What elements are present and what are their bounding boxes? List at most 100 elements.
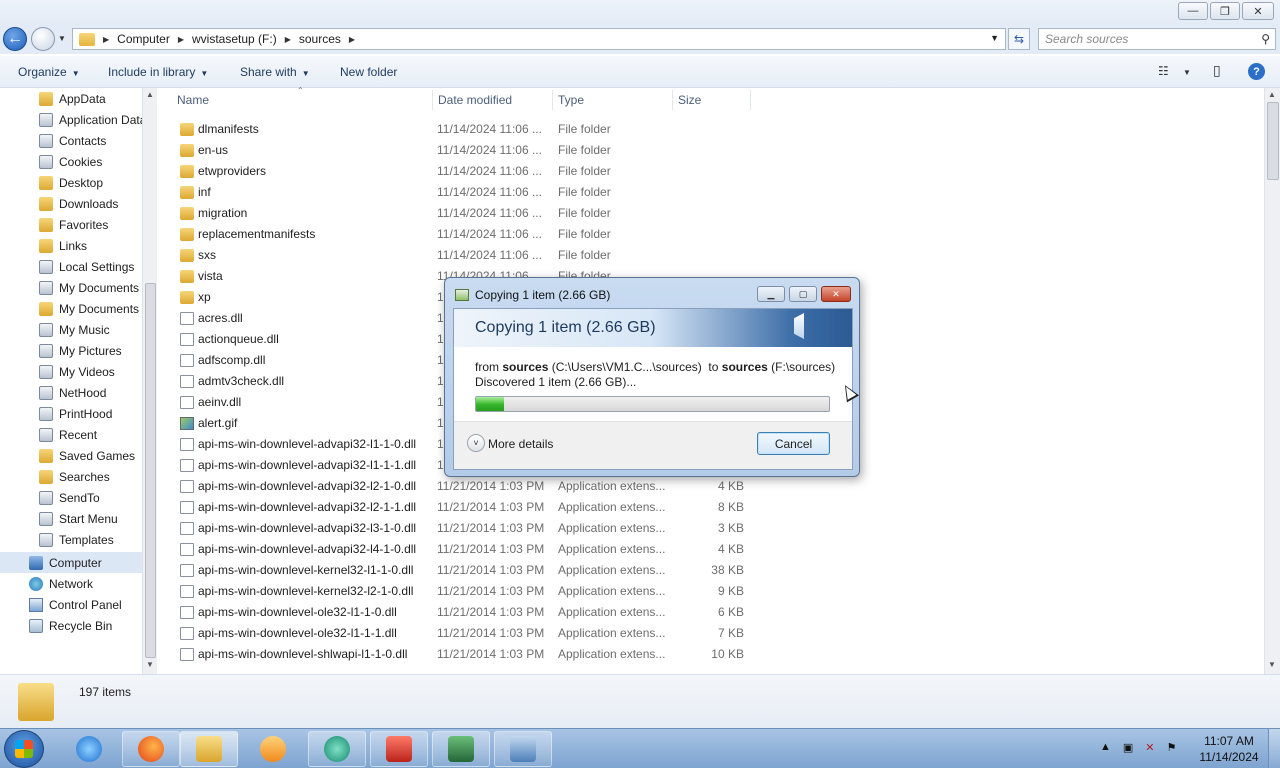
search-icon[interactable]: ⚲ [1261, 32, 1270, 46]
file-row[interactable]: api-ms-win-downlevel-ole32-l1-1-1.dll 11/… [176, 623, 756, 644]
scroll-up-icon[interactable]: ▲ [1268, 90, 1276, 99]
nav-item-downloads[interactable]: Downloads [39, 193, 142, 214]
nav-item-searches[interactable]: Searches [39, 466, 142, 487]
cancel-button[interactable]: Cancel [757, 432, 830, 455]
address-bar[interactable]: ▶ Computer ▶ wvistasetup (F:) ▶ sources … [72, 28, 1006, 50]
nav-item-appdata[interactable]: AppData [39, 88, 142, 109]
scroll-down-icon[interactable]: ▼ [1268, 660, 1276, 669]
back-button[interactable]: ← [3, 27, 27, 51]
scroll-up-icon[interactable]: ▲ [146, 90, 154, 99]
nav-item-recent[interactable]: Recent [39, 424, 142, 445]
nav-item-nethood[interactable]: NetHood [39, 382, 142, 403]
column-divider[interactable] [432, 90, 433, 110]
organize-button[interactable]: Organize ▼ [18, 65, 80, 79]
file-row[interactable]: sxs 11/14/2024 11:06 ... File folder [176, 245, 756, 266]
computer-taskbar-button[interactable] [494, 731, 552, 767]
include-in-library-button[interactable]: Include in library ▼ [108, 65, 208, 79]
new-folder-button[interactable]: New folder [340, 65, 397, 79]
more-details-label[interactable]: More details [488, 437, 553, 451]
nav-item-favorites[interactable]: Favorites [39, 214, 142, 235]
start-button[interactable] [4, 730, 44, 768]
column-header-date-modified[interactable]: Date modified [438, 88, 512, 112]
file-list-scrollbar[interactable]: ▲ ▼ [1264, 88, 1280, 674]
restore-button[interactable]: ❐ [1210, 2, 1240, 20]
nav-item-contacts[interactable]: Contacts [39, 130, 142, 151]
dialog-maximize-button[interactable]: ▢ [789, 286, 817, 302]
column-header-type[interactable]: Type [558, 88, 584, 112]
file-row[interactable]: api-ms-win-downlevel-advapi32-l4-1-0.dll… [176, 539, 756, 560]
scrollbar-thumb[interactable] [1267, 102, 1279, 180]
network-icon[interactable]: ▣ [1123, 741, 1133, 754]
search-input[interactable]: Search sources ⚲ [1038, 28, 1276, 50]
column-header-name[interactable]: Name [177, 88, 209, 112]
chevron-right-icon[interactable]: ▶ [349, 35, 355, 44]
view-options-dropdown-icon[interactable]: ▼ [1183, 68, 1191, 77]
toolbox-taskbar-button[interactable] [370, 731, 428, 767]
share-with-button[interactable]: Share with ▼ [240, 65, 310, 79]
breadcrumb-sources[interactable]: sources [299, 32, 341, 46]
file-row[interactable]: etwproviders 11/14/2024 11:06 ... File fol… [176, 161, 756, 182]
recent-pages-dropdown-icon[interactable]: ▼ [58, 34, 66, 43]
nav-item-application-data[interactable]: Application Data [39, 109, 142, 130]
file-row[interactable]: api-ms-win-downlevel-advapi32-l2-1-0.dll… [176, 476, 756, 497]
action-center-flag-icon[interactable]: ⚑ [1167, 741, 1177, 754]
nav-item-network[interactable]: Network [29, 573, 142, 594]
file-row[interactable]: api-ms-win-downlevel-kernel32-l1-1-0.dll… [176, 560, 756, 581]
file-row[interactable]: api-ms-win-downlevel-ole32-l1-1-0.dll 11/… [176, 602, 756, 623]
volume-muted-icon[interactable]: ✕ [1145, 741, 1154, 754]
nav-item-printhood[interactable]: PrintHood [39, 403, 142, 424]
help-icon[interactable]: ? [1248, 63, 1265, 80]
monitor-taskbar-button[interactable] [432, 731, 490, 767]
internet-explorer-taskbar-button[interactable] [60, 731, 118, 767]
chevron-right-icon[interactable]: ▶ [285, 35, 291, 44]
file-row[interactable]: api-ms-win-downlevel-advapi32-l2-1-1.dll… [176, 497, 756, 518]
nav-item-my-documents[interactable]: My Documents [39, 277, 142, 298]
nav-item-local-settings[interactable]: Local Settings [39, 256, 142, 277]
show-desktop-button[interactable] [1268, 729, 1280, 768]
nav-item-templates[interactable]: Templates [39, 529, 142, 550]
file-row[interactable]: replacementmanifests 11/14/2024 11:06 ...… [176, 224, 756, 245]
file-row[interactable]: inf 11/14/2024 11:06 ... File folder [176, 182, 756, 203]
preview-pane-icon[interactable]: ▯ [1213, 62, 1221, 79]
file-row[interactable]: en-us 11/14/2024 11:06 ... File folder [176, 140, 756, 161]
nav-item-computer[interactable]: Computer [0, 552, 142, 573]
scroll-down-icon[interactable]: ▼ [146, 660, 154, 669]
refresh-button[interactable]: ⇆ [1008, 28, 1030, 50]
dialog-minimize-button[interactable]: ▁ [757, 286, 785, 302]
file-row[interactable]: api-ms-win-downlevel-shlwapi-l1-1-0.dll 1… [176, 644, 756, 665]
change-view-icon[interactable]: ☷ [1158, 64, 1169, 78]
nav-item-links[interactable]: Links [39, 235, 142, 256]
nav-item-my-documents[interactable]: My Documents [39, 298, 142, 319]
nav-item-start-menu[interactable]: Start Menu [39, 508, 142, 529]
scrollbar-thumb[interactable] [145, 283, 156, 658]
source-folder-link[interactable]: sources [502, 360, 548, 374]
forward-button[interactable] [31, 27, 55, 51]
nav-item-recycle-bin[interactable]: Recycle Bin [29, 615, 142, 636]
close-button[interactable]: ✕ [1242, 2, 1274, 20]
column-divider[interactable] [750, 90, 751, 110]
nav-item-sendto[interactable]: SendTo [39, 487, 142, 508]
nav-item-my-pictures[interactable]: My Pictures [39, 340, 142, 361]
media-player-taskbar-button[interactable] [244, 731, 302, 767]
column-divider[interactable] [672, 90, 673, 110]
show-hidden-icons-icon[interactable]: ▲ [1100, 741, 1111, 754]
chevron-right-icon[interactable]: ▶ [103, 35, 109, 44]
file-row[interactable]: api-ms-win-downlevel-kernel32-l2-1-0.dll… [176, 581, 756, 602]
nav-item-saved-games[interactable]: Saved Games [39, 445, 142, 466]
nav-item-my-videos[interactable]: My Videos [39, 361, 142, 382]
chevron-down-icon[interactable]: ▼ [990, 33, 999, 43]
clock[interactable]: 11:07 AM 11/14/2024 [1196, 733, 1262, 765]
column-header-size[interactable]: Size [678, 88, 701, 112]
column-divider[interactable] [552, 90, 553, 110]
nav-item-desktop[interactable]: Desktop [39, 172, 142, 193]
nav-item-control-panel[interactable]: Control Panel [29, 594, 142, 615]
minimize-button[interactable]: — [1178, 2, 1208, 20]
breadcrumb-computer[interactable]: Computer [117, 32, 170, 46]
navigation-scrollbar[interactable]: ▲ ▼ [142, 88, 157, 674]
nav-item-cookies[interactable]: Cookies [39, 151, 142, 172]
firefox-taskbar-button[interactable] [122, 731, 180, 767]
nav-item-my-music[interactable]: My Music [39, 319, 142, 340]
breadcrumb-drive[interactable]: wvistasetup (F:) [192, 32, 277, 46]
file-row[interactable]: migration 11/14/2024 11:06 ... File folder [176, 203, 756, 224]
dialog-close-button[interactable]: ✕ [821, 286, 851, 302]
